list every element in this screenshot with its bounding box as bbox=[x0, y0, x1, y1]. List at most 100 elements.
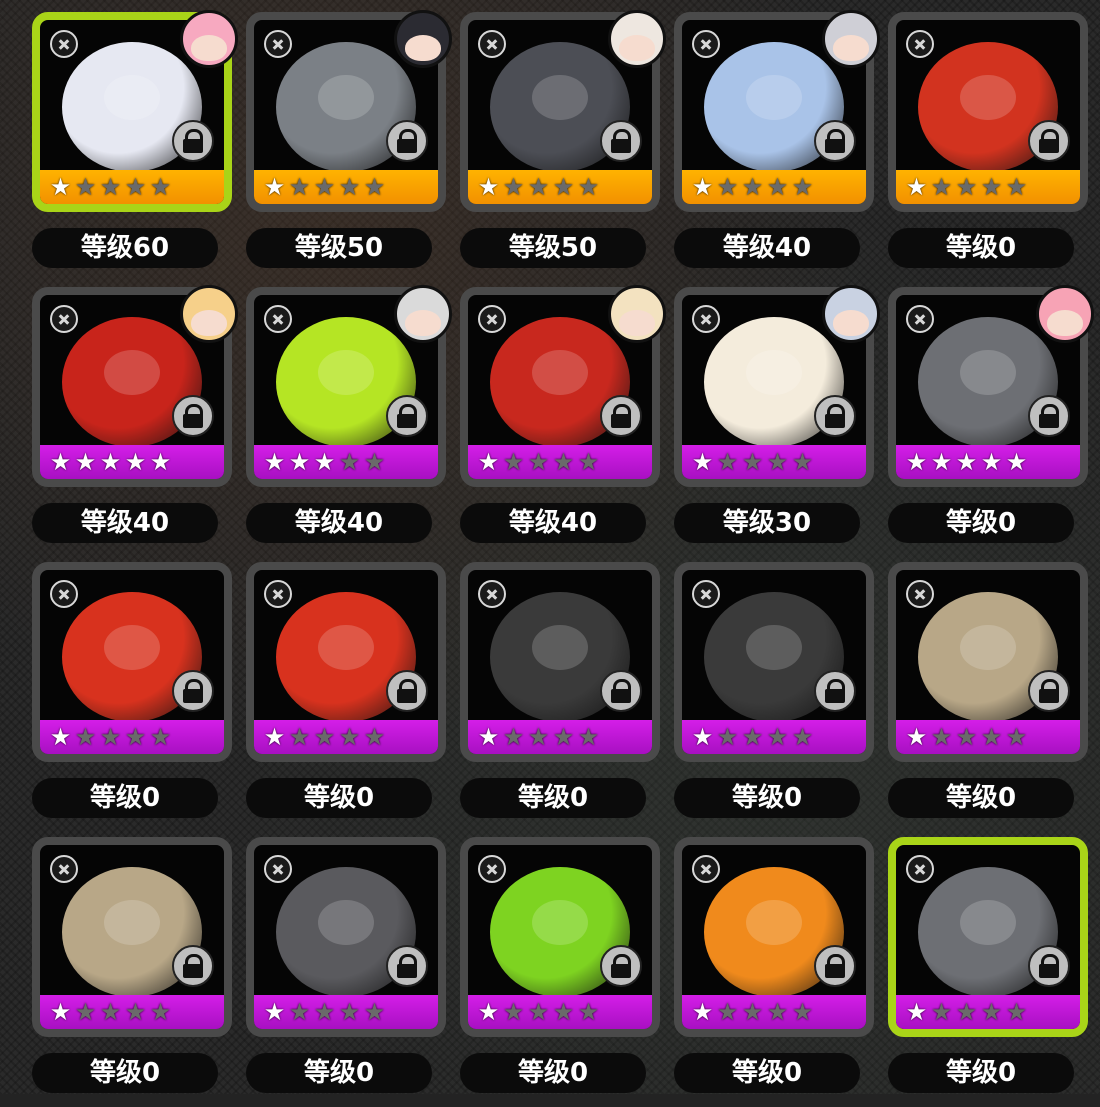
level-label: 等级50 bbox=[246, 228, 432, 268]
item-card[interactable]: ★ ★ ★ ★ ★ bbox=[32, 837, 232, 1037]
lock-icon[interactable] bbox=[600, 945, 642, 987]
star-rating: ★ ★ ★ ★ ★ bbox=[476, 175, 601, 200]
item-card[interactable]: ★ ★ ★ ★ ★ bbox=[674, 837, 874, 1037]
item-slot[interactable]: ★ ★ ★ ★ ★ 等级0 bbox=[32, 837, 246, 1107]
star-rating: ★ ★ ★ ★ ★ bbox=[476, 725, 601, 750]
item-slot[interactable]: ★ ★ ★ ★ ★ 等级0 bbox=[460, 562, 674, 832]
star-icon: ★ bbox=[288, 173, 311, 201]
star-icon: ★ bbox=[716, 723, 739, 751]
star-icon: ★ bbox=[502, 173, 525, 201]
level-label: 等级0 bbox=[460, 1053, 646, 1093]
item-slot[interactable]: ★ ★ ★ ★ ★ 等级40 bbox=[460, 285, 674, 557]
star-rating: ★ ★ ★ ★ ★ bbox=[690, 450, 815, 475]
level-label: 等级40 bbox=[674, 228, 860, 268]
star-rating: ★ ★ ★ ★ ★ bbox=[48, 450, 173, 475]
level-label: 等级30 bbox=[674, 503, 860, 543]
lock-icon[interactable] bbox=[386, 120, 428, 162]
star-icon: ★ bbox=[477, 173, 500, 201]
lock-icon[interactable] bbox=[600, 395, 642, 437]
character-portrait-avatar bbox=[180, 10, 238, 68]
lock-icon[interactable] bbox=[172, 670, 214, 712]
lock-icon[interactable] bbox=[1028, 670, 1070, 712]
item-slot[interactable]: ★ ★ ★ ★ ★ 等级0 bbox=[246, 562, 460, 832]
item-card[interactable]: ★ ★ ★ ★ ★ bbox=[888, 12, 1088, 212]
star-icon: ★ bbox=[691, 723, 714, 751]
star-icon: ★ bbox=[313, 173, 336, 201]
star-rating: ★ ★ ★ ★ ★ bbox=[262, 175, 387, 200]
star-icon: ★ bbox=[577, 448, 600, 476]
star-icon: ★ bbox=[766, 723, 789, 751]
item-slot[interactable]: ★ ★ ★ ★ ★ 等级50 bbox=[246, 10, 460, 282]
item-card[interactable]: ★ ★ ★ ★ ★ bbox=[674, 562, 874, 762]
item-slot[interactable]: ★ ★ ★ ★ ★ 等级30 bbox=[674, 285, 888, 557]
lock-icon[interactable] bbox=[386, 395, 428, 437]
level-label: 等级40 bbox=[32, 503, 218, 543]
item-card-selected[interactable]: ★ ★ ★ ★ ★ bbox=[888, 837, 1088, 1037]
star-icon: ★ bbox=[716, 173, 739, 201]
lock-icon[interactable] bbox=[1028, 120, 1070, 162]
item-slot[interactable]: ★ ★ ★ ★ ★ 等级40 bbox=[32, 285, 246, 557]
character-portrait-avatar bbox=[822, 10, 880, 68]
lock-icon[interactable] bbox=[172, 120, 214, 162]
lock-icon[interactable] bbox=[386, 945, 428, 987]
item-card[interactable]: ★ ★ ★ ★ ★ bbox=[888, 562, 1088, 762]
star-icon: ★ bbox=[313, 448, 336, 476]
star-icon: ★ bbox=[980, 723, 1003, 751]
star-icon: ★ bbox=[99, 173, 122, 201]
star-icon: ★ bbox=[263, 173, 286, 201]
item-slot[interactable]: ★ ★ ★ ★ ★ 等级0 bbox=[888, 562, 1100, 832]
item-card[interactable]: ★ ★ ★ ★ ★ bbox=[460, 562, 660, 762]
item-slot[interactable]: ★ ★ ★ ★ ★ 等级50 bbox=[460, 10, 674, 282]
lock-icon[interactable] bbox=[814, 670, 856, 712]
star-icon: ★ bbox=[477, 448, 500, 476]
star-icon: ★ bbox=[527, 723, 550, 751]
star-icon: ★ bbox=[74, 448, 97, 476]
ball-type-icon bbox=[264, 30, 292, 58]
level-label: 等级0 bbox=[888, 228, 1074, 268]
star-icon: ★ bbox=[955, 173, 978, 201]
item-slot[interactable]: ★ ★ ★ ★ ★ 等级40 bbox=[246, 285, 460, 557]
lock-icon[interactable] bbox=[172, 395, 214, 437]
lock-icon[interactable] bbox=[172, 945, 214, 987]
item-card[interactable]: ★ ★ ★ ★ ★ bbox=[246, 562, 446, 762]
item-slot[interactable]: ★ ★ ★ ★ ★ 等级60 bbox=[32, 10, 246, 282]
star-icon: ★ bbox=[313, 723, 336, 751]
star-rating: ★ ★ ★ ★ ★ bbox=[904, 725, 1029, 750]
lock-icon[interactable] bbox=[600, 670, 642, 712]
lock-icon[interactable] bbox=[1028, 395, 1070, 437]
star-icon: ★ bbox=[124, 448, 147, 476]
item-slot[interactable]: ★ ★ ★ ★ ★ 等级0 bbox=[32, 562, 246, 832]
lock-icon[interactable] bbox=[386, 670, 428, 712]
star-rating: ★ ★ ★ ★ ★ bbox=[48, 725, 173, 750]
item-slot[interactable]: ★ ★ ★ ★ ★ 等级40 bbox=[674, 10, 888, 282]
lock-icon[interactable] bbox=[1028, 945, 1070, 987]
item-slot[interactable]: ★ ★ ★ ★ ★ 等级0 bbox=[888, 837, 1100, 1107]
ball-type-icon bbox=[906, 305, 934, 333]
star-icon: ★ bbox=[766, 173, 789, 201]
lock-icon[interactable] bbox=[814, 395, 856, 437]
lock-icon[interactable] bbox=[600, 120, 642, 162]
star-icon: ★ bbox=[99, 723, 122, 751]
level-label: 等级0 bbox=[888, 778, 1074, 818]
item-slot[interactable]: ★ ★ ★ ★ ★ 等级0 bbox=[674, 837, 888, 1107]
item-card[interactable]: ★ ★ ★ ★ ★ bbox=[32, 562, 232, 762]
star-icon: ★ bbox=[905, 448, 928, 476]
item-slot[interactable]: ★ ★ ★ ★ ★ 等级0 bbox=[246, 837, 460, 1107]
item-card[interactable]: ★ ★ ★ ★ ★ bbox=[246, 837, 446, 1037]
star-icon: ★ bbox=[99, 998, 122, 1026]
ball-type-icon bbox=[692, 30, 720, 58]
star-rating: ★ ★ ★ ★ ★ bbox=[476, 450, 601, 475]
star-icon: ★ bbox=[930, 448, 953, 476]
item-slot[interactable]: ★ ★ ★ ★ ★ 等级0 bbox=[674, 562, 888, 832]
star-icon: ★ bbox=[124, 173, 147, 201]
star-rating: ★ ★ ★ ★ ★ bbox=[690, 725, 815, 750]
item-slot[interactable]: ★ ★ ★ ★ ★ 等级0 bbox=[460, 837, 674, 1107]
lock-icon[interactable] bbox=[814, 120, 856, 162]
level-label: 等级0 bbox=[888, 1053, 1074, 1093]
item-card[interactable]: ★ ★ ★ ★ ★ bbox=[460, 837, 660, 1037]
lock-icon[interactable] bbox=[814, 945, 856, 987]
star-icon: ★ bbox=[791, 723, 814, 751]
item-slot[interactable]: ★ ★ ★ ★ ★ 等级0 bbox=[888, 285, 1100, 557]
star-icon: ★ bbox=[1005, 723, 1028, 751]
item-slot[interactable]: ★ ★ ★ ★ ★ 等级0 bbox=[888, 12, 1100, 282]
